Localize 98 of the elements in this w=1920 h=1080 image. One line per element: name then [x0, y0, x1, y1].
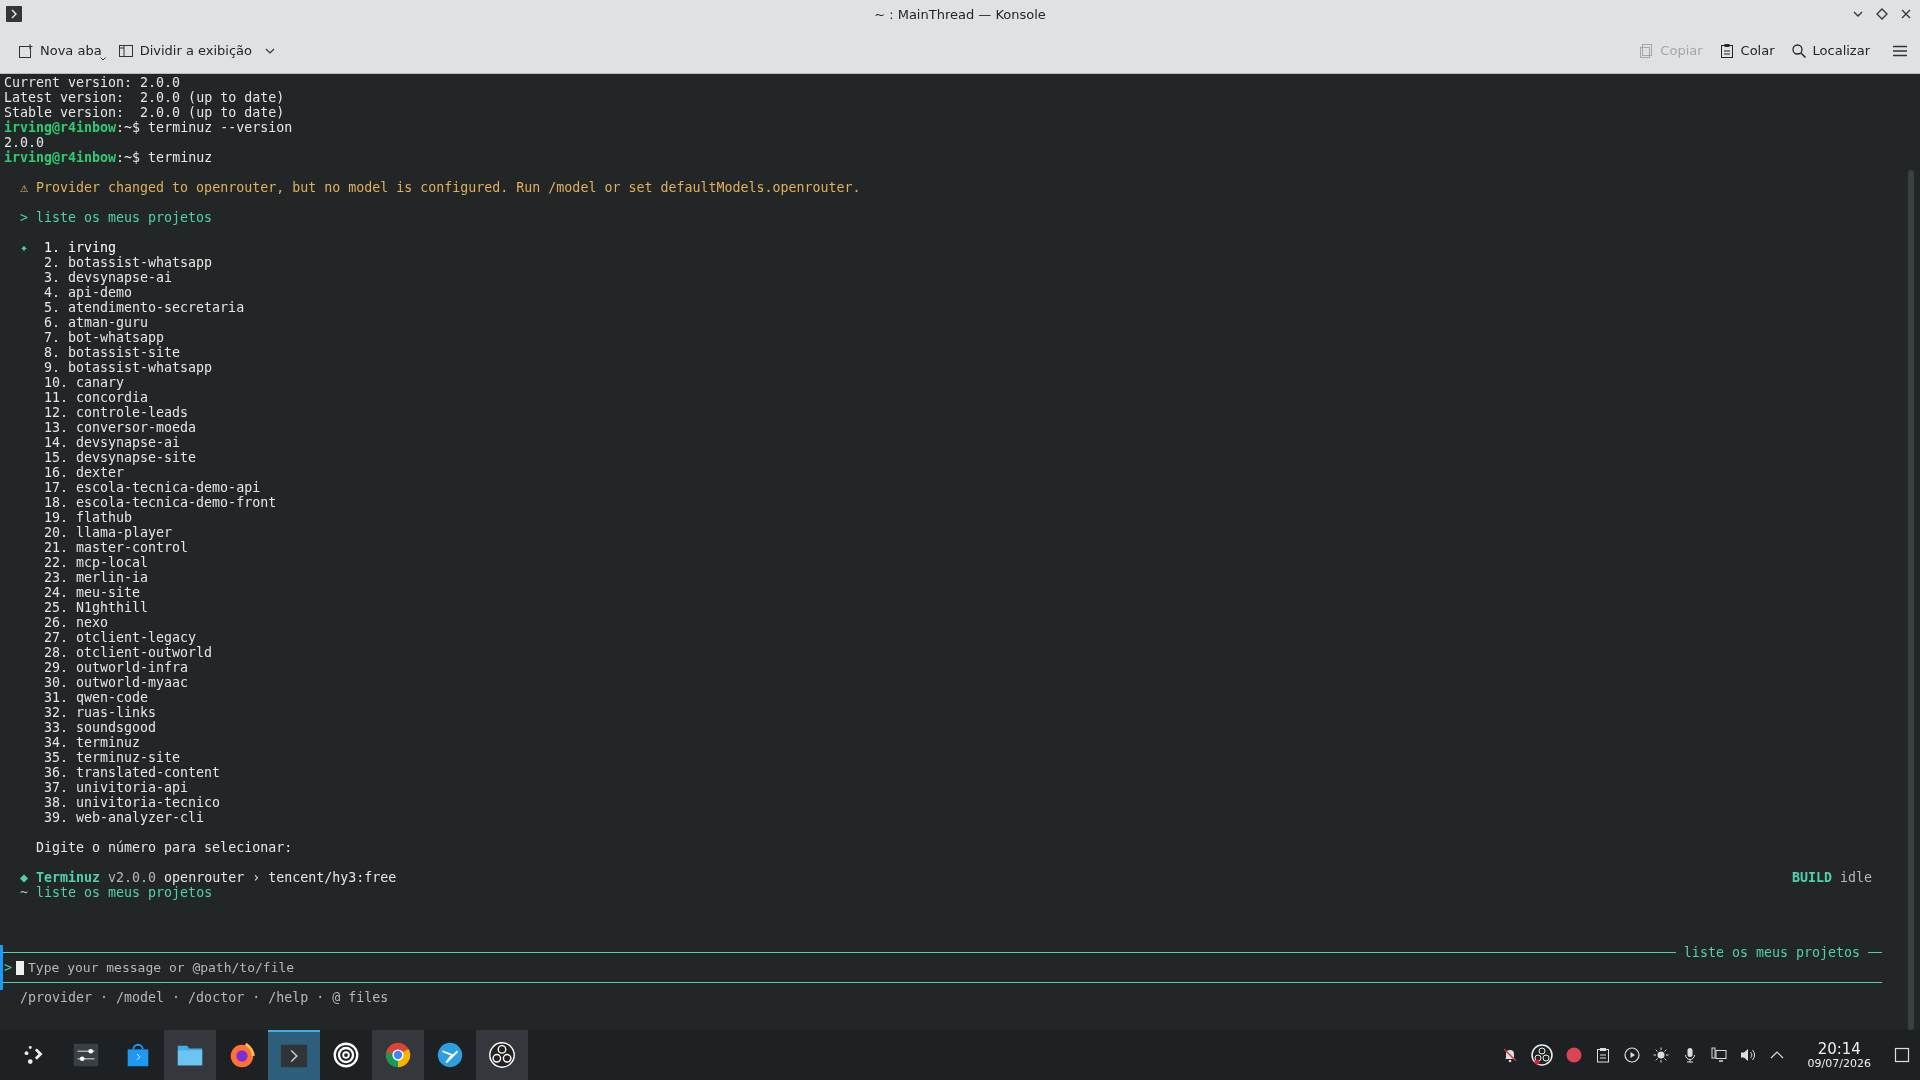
window-title: ~ : MainThread — Konsole	[874, 6, 1046, 22]
media-play-icon[interactable]	[1623, 1047, 1640, 1063]
project-item[interactable]: 17. escola-tecnica-demo-api	[44, 480, 261, 495]
project-item[interactable]: 7. bot-whatsapp	[44, 330, 165, 345]
project-item[interactable]: 4. api-demo	[44, 285, 133, 300]
terminal-icon	[6, 6, 22, 22]
project-item[interactable]: 26. nexo	[44, 615, 109, 630]
state-label: idle	[1839, 870, 1872, 885]
project-item[interactable]: 38. univitoria-tecnico	[44, 795, 221, 810]
clock-date[interactable]: 09/07/2026	[1807, 1056, 1871, 1070]
project-item[interactable]: 31. qwen-code	[44, 690, 149, 705]
terminal-app-button[interactable]	[268, 1030, 320, 1080]
app-version: v2.0.0	[108, 870, 157, 885]
project-item[interactable]: 19. flathub	[44, 510, 133, 525]
project-item[interactable]: 14. devsynapse-ai	[44, 435, 181, 450]
project-item[interactable]: 33. soundsgood	[44, 720, 157, 735]
record-icon[interactable]	[1565, 1047, 1582, 1063]
project-item[interactable]: 10. canary	[44, 375, 125, 390]
output-line: Stable version: 2.0.0 (up to date)	[4, 105, 285, 120]
clipboard-icon	[1718, 42, 1735, 59]
recorder-icon[interactable]	[1530, 1044, 1553, 1066]
clock-time[interactable]: 20:14	[1817, 1040, 1861, 1057]
brightness-icon[interactable]	[1652, 1047, 1669, 1063]
project-item[interactable]: 3. devsynapse-ai	[44, 270, 173, 285]
split-view-button[interactable]: Dividir a exibição	[113, 38, 281, 63]
selection-marker: ✦	[20, 240, 28, 255]
project-item[interactable]: 8. botassist-site	[44, 345, 181, 360]
browser-icon	[383, 1040, 413, 1070]
shell-command: terminuz --version	[147, 120, 293, 135]
project-item[interactable]: 39. web-analyzer-cli	[44, 810, 205, 825]
show-desktop-icon[interactable]	[1894, 1047, 1910, 1063]
volume-icon[interactable]	[1739, 1047, 1756, 1063]
model-route: openrouter › tencent/hy3:free	[164, 870, 397, 885]
bird-icon	[435, 1040, 465, 1070]
project-item[interactable]: 12. controle-leads	[44, 405, 189, 420]
project-item[interactable]: 25. N1ghthill	[44, 600, 149, 615]
project-item[interactable]: 28. otclient-outworld	[44, 645, 213, 660]
new-tab-icon	[18, 42, 34, 59]
project-item[interactable]: 36. translated-content	[44, 765, 221, 780]
output-line: 2.0.0	[4, 135, 45, 150]
project-item[interactable]: 35. terminuz-site	[44, 750, 181, 765]
shell-prompt: irving@r4inbow:~$	[4, 150, 141, 165]
output-line: Current version: 2.0.0	[4, 75, 181, 90]
input-title: liste os meus projetos	[1682, 945, 1861, 960]
project-item[interactable]: 37. univitoria-api	[44, 780, 189, 795]
paste-button[interactable]: Colar	[1714, 38, 1779, 63]
project-item[interactable]: 18. escola-tecnica-demo-front	[44, 495, 277, 510]
project-item[interactable]: 30. outworld-myaac	[44, 675, 189, 690]
search-button[interactable]: Localizar	[1786, 38, 1874, 63]
obs-app-button[interactable]	[476, 1030, 528, 1080]
project-item[interactable]: 32. ruas-links	[44, 705, 157, 720]
project-item[interactable]: 20. llama-player	[44, 525, 173, 540]
split-view-icon	[117, 42, 134, 59]
project-item[interactable]: 9. botassist-whatsapp	[44, 360, 213, 375]
network-icon[interactable]	[1710, 1047, 1727, 1063]
project-item[interactable]: 13. conversor-moeda	[44, 420, 197, 435]
project-item[interactable]: 24. meu-site	[44, 585, 141, 600]
status-marker: ◆	[20, 870, 28, 885]
mode-label: BUILD	[1791, 870, 1832, 885]
app-name: Terminuz	[36, 870, 101, 885]
copy-icon	[1638, 42, 1655, 59]
notifications-off-icon[interactable]	[1501, 1047, 1518, 1063]
project-item[interactable]: 22. mcp-local	[44, 555, 149, 570]
select-prompt: Digite o número para selecionar:	[36, 840, 293, 855]
caret-icon	[99, 56, 106, 61]
shell-prompt: irving@r4inbow:~$	[4, 120, 141, 135]
close-icon[interactable]	[1900, 8, 1912, 20]
project-item[interactable]: 16. dexter	[44, 465, 125, 480]
project-item[interactable]: 15. devsynapse-site	[44, 450, 197, 465]
project-item[interactable]: 21. master-control	[44, 540, 189, 555]
project-item[interactable]: 23. merlin-ia	[44, 570, 149, 585]
project-item[interactable]: 29. outworld-infra	[44, 660, 189, 675]
recorder-icon	[487, 1040, 517, 1070]
project-item[interactable]: 6. atman-guru	[44, 315, 149, 330]
search-icon	[1790, 42, 1807, 59]
files-app-button[interactable]	[164, 1030, 216, 1080]
new-tab-button[interactable]: Nova aba	[14, 38, 106, 63]
rings-icon	[331, 1040, 361, 1070]
project-item[interactable]: 5. atendimento-secretaria	[44, 300, 245, 315]
message-input[interactable]: Type your message or @path/to/file	[28, 960, 1882, 975]
maximize-icon[interactable]	[1876, 8, 1888, 20]
history-marker: ~	[20, 885, 28, 900]
project-item[interactable]: 11. concordia	[44, 390, 149, 405]
project-item[interactable]: 27. otclient-legacy	[44, 630, 197, 645]
scrollbar[interactable]	[1908, 170, 1914, 1030]
last-message: liste os meus projetos	[35, 885, 213, 900]
command-hints: /provider · /model · /doctor · /help · @ files	[20, 990, 389, 1005]
chrome-app-button[interactable]	[372, 1030, 424, 1080]
project-item[interactable]: 1. irving	[44, 240, 117, 255]
project-item[interactable]: 34. terminuz	[44, 735, 141, 750]
project-item[interactable]: 2. botassist-whatsapp	[44, 255, 213, 270]
input-prompt: >	[4, 960, 12, 975]
text-cursor	[16, 960, 24, 975]
warning-message: ⚠ Provider changed to openrouter, but no model is configured. Run /model or set defaultModels.openrouter.	[20, 180, 861, 195]
shell-command: terminuz	[147, 150, 213, 165]
user-message: > liste os meus projetos	[20, 210, 213, 225]
clipboard-icon[interactable]	[1594, 1047, 1611, 1063]
output-line: Latest version: 2.0.0 (up to date)	[4, 90, 285, 105]
